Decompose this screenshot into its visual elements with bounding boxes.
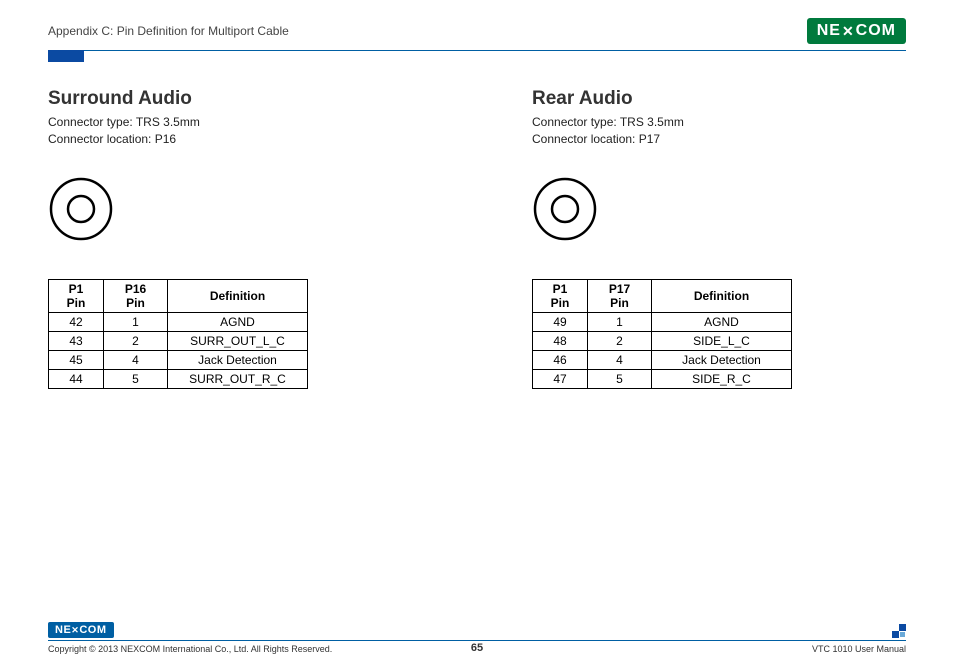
cell-def: Jack Detection bbox=[168, 350, 308, 369]
cell-p1: 45 bbox=[49, 350, 104, 369]
surround-audio-title: Surround Audio bbox=[48, 88, 422, 110]
cell-pn: 5 bbox=[104, 369, 168, 388]
rear-connector-type: Connector type: TRS 3.5mm bbox=[532, 114, 906, 131]
table-header-row: P1 Pin P16 Pin Definition bbox=[49, 279, 308, 312]
header-rule bbox=[48, 50, 906, 51]
nexcom-logo-top: NE✕COM bbox=[807, 18, 906, 44]
copyright-text: Copyright © 2013 NEXCOM International Co… bbox=[48, 644, 332, 654]
cell-def: SIDE_R_C bbox=[652, 369, 792, 388]
surround-connector-location: Connector location: P16 bbox=[48, 131, 422, 148]
cell-p1: 42 bbox=[49, 312, 104, 331]
table-row: 46 4 Jack Detection bbox=[533, 350, 792, 369]
page-number: 65 bbox=[471, 642, 483, 654]
cell-pn: 5 bbox=[588, 369, 652, 388]
cell-p1: 46 bbox=[533, 350, 588, 369]
rear-audio-title: Rear Audio bbox=[532, 88, 906, 110]
col-header-p1: P1 Pin bbox=[49, 279, 104, 312]
col-header-definition: Definition bbox=[652, 279, 792, 312]
table-row: 47 5 SIDE_R_C bbox=[533, 369, 792, 388]
cell-pn: 1 bbox=[588, 312, 652, 331]
trs-jack-icon bbox=[48, 176, 114, 242]
surround-audio-section: Surround Audio Connector type: TRS 3.5mm… bbox=[48, 88, 422, 389]
cell-pn: 4 bbox=[104, 350, 168, 369]
cell-def: AGND bbox=[168, 312, 308, 331]
surround-connector-type: Connector type: TRS 3.5mm bbox=[48, 114, 422, 131]
header-tab-marker bbox=[48, 50, 84, 62]
table-row: 42 1 AGND bbox=[49, 312, 308, 331]
cell-def: SURR_OUT_L_C bbox=[168, 331, 308, 350]
table-header-row: P1 Pin P17 Pin Definition bbox=[533, 279, 792, 312]
cell-pn: 1 bbox=[104, 312, 168, 331]
cell-p1: 44 bbox=[49, 369, 104, 388]
cell-def: SURR_OUT_R_C bbox=[168, 369, 308, 388]
cell-pn: 2 bbox=[588, 331, 652, 350]
cell-p1: 49 bbox=[533, 312, 588, 331]
col-header-p16: P16 Pin bbox=[104, 279, 168, 312]
rear-pin-table: P1 Pin P17 Pin Definition 49 1 AGND 48 2… bbox=[532, 279, 792, 389]
cell-pn: 2 bbox=[104, 331, 168, 350]
nexcom-logo-bottom: NE✕COM bbox=[48, 622, 114, 638]
trs-jack-icon bbox=[532, 176, 598, 242]
table-row: 43 2 SURR_OUT_L_C bbox=[49, 331, 308, 350]
cell-def: AGND bbox=[652, 312, 792, 331]
table-row: 44 5 SURR_OUT_R_C bbox=[49, 369, 308, 388]
rear-connector-location: Connector location: P17 bbox=[532, 131, 906, 148]
col-header-p17: P17 Pin bbox=[588, 279, 652, 312]
col-header-p1: P1 Pin bbox=[533, 279, 588, 312]
manual-name: VTC 1010 User Manual bbox=[812, 644, 906, 654]
surround-pin-table: P1 Pin P16 Pin Definition 42 1 AGND 43 2… bbox=[48, 279, 308, 389]
cell-p1: 48 bbox=[533, 331, 588, 350]
cell-def: Jack Detection bbox=[652, 350, 792, 369]
table-row: 48 2 SIDE_L_C bbox=[533, 331, 792, 350]
cell-p1: 47 bbox=[533, 369, 588, 388]
appendix-title: Appendix C: Pin Definition for Multiport… bbox=[48, 24, 289, 38]
col-header-definition: Definition bbox=[168, 279, 308, 312]
table-row: 49 1 AGND bbox=[533, 312, 792, 331]
cell-p1: 43 bbox=[49, 331, 104, 350]
table-row: 45 4 Jack Detection bbox=[49, 350, 308, 369]
cell-def: SIDE_L_C bbox=[652, 331, 792, 350]
rear-audio-section: Rear Audio Connector type: TRS 3.5mm Con… bbox=[532, 88, 906, 389]
footer-rule bbox=[48, 640, 906, 641]
cell-pn: 4 bbox=[588, 350, 652, 369]
